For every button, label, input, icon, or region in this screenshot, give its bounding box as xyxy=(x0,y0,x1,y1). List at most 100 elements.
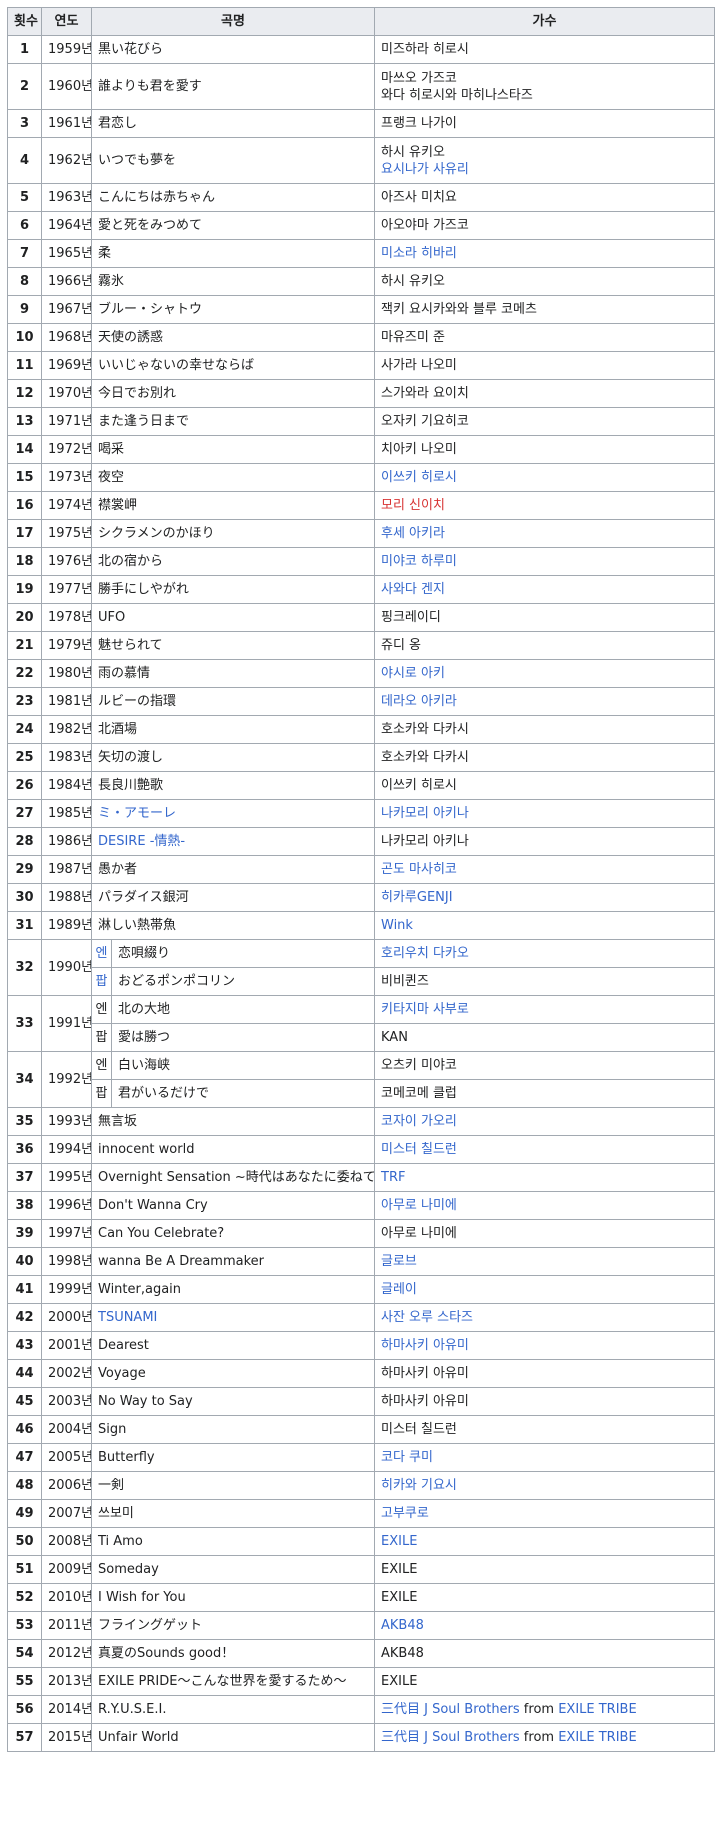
round-number: 7 xyxy=(7,239,42,268)
singer-text: from xyxy=(519,1730,559,1745)
singer-cell: 미즈하라 히로시 xyxy=(374,35,715,64)
singer-cell: 하시 유키오 요시나가 사유리 xyxy=(374,137,715,184)
singer-link[interactable]: 三代目 J Soul Brothers xyxy=(381,1730,520,1745)
table-row: 30 1988년 パラダイス銀河 히카루GENJI xyxy=(7,883,715,912)
singer-text: 잭키 요시카와와 블루 코메츠 xyxy=(381,302,537,317)
singer-link[interactable]: 요시나가 사유리 xyxy=(381,161,708,178)
singer-text: 마유즈미 준 xyxy=(381,330,445,345)
singer-cell: 오자키 기요히코 xyxy=(374,407,715,436)
singer-cell: 사와다 겐지 xyxy=(374,575,715,604)
singer-cell: 히카루GENJI xyxy=(374,883,715,912)
round-number: 56 xyxy=(7,1695,42,1724)
year-cell: 1969년 xyxy=(41,351,92,380)
singer-link[interactable]: 사잔 오루 스타즈 xyxy=(381,1310,473,1325)
singer-link[interactable]: 야시로 아키 xyxy=(381,666,445,681)
year-cell: 1984년 xyxy=(41,771,92,800)
song-cell: 쓰보미 xyxy=(91,1499,375,1528)
table-row: 팝 君がいるだけで 코메코메 클럽 xyxy=(8,1079,715,1108)
singer-link[interactable]: 미야코 하루미 xyxy=(381,554,457,569)
year-cell: 1976년 xyxy=(41,547,92,576)
table-row: 12 1970년 今日でお別れ 스가와라 요이치 xyxy=(7,379,715,408)
year-cell: 2003년 xyxy=(41,1387,92,1416)
table-row: 43 2001년 Dearest 하마사키 아유미 xyxy=(7,1331,715,1360)
singer-link[interactable]: 고부쿠로 xyxy=(381,1506,429,1521)
round-number: 12 xyxy=(7,379,42,408)
singer-link[interactable]: Wink xyxy=(381,918,413,933)
singer-link[interactable]: 三代目 J Soul Brothers xyxy=(381,1702,520,1717)
singer-link[interactable]: 모리 신이치 xyxy=(381,498,445,513)
year-cell: 1974년 xyxy=(41,491,92,520)
singer-link[interactable]: AKB48 xyxy=(381,1618,424,1633)
round-number: 21 xyxy=(7,631,42,660)
singer-cell: EXILE xyxy=(374,1555,715,1584)
song-title: Unfair World xyxy=(98,1730,179,1745)
song-title: 襟裳岬 xyxy=(98,498,138,513)
singer-link[interactable]: 글로브 xyxy=(381,1254,417,1269)
singer-cell: 곤도 마사히코 xyxy=(374,855,715,884)
winners-table: 횟수 연도 곡명 가수 1 1959년 黒い花びら 미즈하라 히로시 2 1960년 誰より… xyxy=(7,7,715,1752)
singer-link[interactable]: EXILE TRIBE xyxy=(558,1730,636,1745)
round-number: 20 xyxy=(7,603,42,632)
song-link[interactable]: TSUNAMI xyxy=(98,1310,157,1325)
genre-label[interactable]: 엔 xyxy=(92,940,112,967)
singer-link[interactable]: 후세 아키라 xyxy=(381,526,445,541)
song-title: 北の大地 xyxy=(118,1002,171,1017)
song-link[interactable]: ミ・アモーレ xyxy=(98,806,176,821)
singer-cell: EXILE xyxy=(374,1527,715,1556)
song-title: 愛は勝つ xyxy=(118,1030,171,1045)
year-cell: 1988년 xyxy=(41,883,92,912)
singer-link[interactable]: 히카와 기요시 xyxy=(381,1478,457,1493)
singer-link[interactable]: 글레이 xyxy=(381,1282,417,1297)
round-number: 23 xyxy=(7,687,42,716)
singer-cell: 키타지마 사부로 xyxy=(374,995,715,1024)
singer-link[interactable]: 이쓰키 히로시 xyxy=(381,470,457,485)
singer-link[interactable]: 코다 쿠미 xyxy=(381,1450,433,1465)
table-row: 31 1989년 淋しい熱帯魚 Wink xyxy=(7,911,715,940)
round-number: 2 xyxy=(7,63,42,110)
singer-text: 와다 히로시와 마히나스타즈 xyxy=(381,87,533,103)
singer-link[interactable]: 아무로 나미에 xyxy=(381,1198,457,1213)
round-number: 55 xyxy=(7,1667,42,1696)
round-number: 27 xyxy=(7,799,42,828)
song-cell: ルビーの指環 xyxy=(91,687,375,716)
singer-link[interactable]: EXILE TRIBE xyxy=(558,1702,636,1717)
round-number: 45 xyxy=(7,1387,42,1416)
singer-link[interactable]: 호리우치 다카오 xyxy=(381,946,469,961)
year-cell: 2008년 xyxy=(41,1527,92,1556)
song-title: EXILE PRIDE～こんな世界を愛するため～ xyxy=(98,1674,347,1689)
song-title: 長良川艶歌 xyxy=(98,778,164,793)
singer-link[interactable]: 곤도 마사히코 xyxy=(381,862,457,877)
singer-text: 쥬디 옹 xyxy=(381,638,422,653)
song-cell: Don't Wanna Cry xyxy=(91,1191,375,1220)
song-link[interactable]: DESIRE -情熱- xyxy=(98,834,185,849)
singer-link[interactable]: TRF xyxy=(381,1170,405,1185)
singer-cell: 미야코 하루미 xyxy=(374,547,715,576)
year-cell: 1964년 xyxy=(41,211,92,240)
singer-link[interactable]: 미소라 히바리 xyxy=(381,246,457,261)
singer-link[interactable]: 데라오 아키라 xyxy=(381,694,457,709)
song-title: パラダイス銀河 xyxy=(98,890,189,905)
genre-split: 엔 白い海峡 xyxy=(92,1052,374,1079)
year-cell: 1965년 xyxy=(41,239,92,268)
round-number: 1 xyxy=(7,35,42,64)
song-title: ブルー・シャトウ xyxy=(98,302,203,317)
round-number: 47 xyxy=(7,1443,42,1472)
table-row: 6 1964년 愛と死をみつめて 아오야마 가즈코 xyxy=(7,211,715,240)
singer-link[interactable]: 나카모리 아키나 xyxy=(381,806,469,821)
song-cell: EXILE PRIDE～こんな世界を愛するため～ xyxy=(91,1667,375,1696)
song-cell: 北の宿から xyxy=(91,547,375,576)
song-title: Sign xyxy=(98,1422,127,1437)
round-number: 35 xyxy=(7,1107,42,1136)
singer-link[interactable]: 히카루GENJI xyxy=(381,890,453,905)
singer-cell: 야시로 아키 xyxy=(374,659,715,688)
singer-link[interactable]: EXILE xyxy=(381,1534,417,1549)
singer-link[interactable]: 코자이 가오리 xyxy=(381,1114,457,1129)
singer-link[interactable]: 하마사키 아유미 xyxy=(381,1338,469,1353)
genre-label[interactable]: 팝 xyxy=(92,968,112,995)
singer-link[interactable]: 사와다 겐지 xyxy=(381,582,445,597)
singer-link[interactable]: 키타지마 사부로 xyxy=(381,1002,469,1017)
song-title: Dearest xyxy=(98,1338,149,1353)
singer-link[interactable]: 미스터 칠드런 xyxy=(381,1142,457,1157)
song-cell: Unfair World xyxy=(91,1723,375,1752)
singer-cell: 코자이 가오리 xyxy=(374,1107,715,1136)
